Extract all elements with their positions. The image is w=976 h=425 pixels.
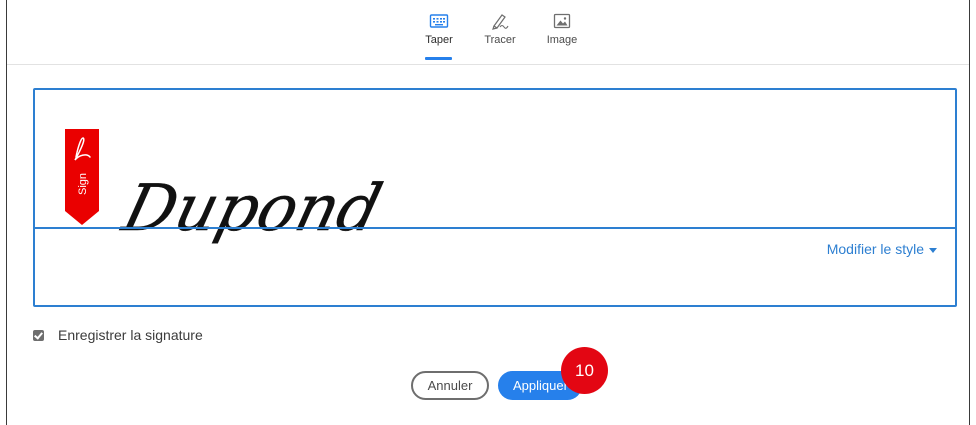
save-signature-option[interactable]: Enregistrer la signature	[33, 327, 203, 343]
cancel-button-label: Annuler	[427, 378, 473, 393]
pen-draw-icon	[492, 14, 509, 30]
modify-style-link[interactable]: Modifier le style	[827, 241, 937, 257]
sign-ribbon-label: Sign	[77, 173, 89, 195]
signature-baseline	[35, 227, 955, 229]
adobe-sign-ribbon: Sign	[65, 129, 99, 225]
tab-taper-label: Taper	[425, 34, 453, 46]
tab-image[interactable]: Image	[534, 12, 590, 46]
signature-area[interactable]: Sign Dupond Modifier le style	[33, 88, 957, 307]
modify-style-label: Modifier le style	[826, 241, 924, 257]
image-icon	[553, 13, 571, 29]
signature-text: Dupond	[115, 172, 389, 246]
adobe-sign-logo: Sign	[65, 129, 99, 225]
apply-button-label: Appliquer	[513, 378, 568, 393]
keyboard-icon	[429, 14, 449, 28]
signature-preview: Dupond	[115, 172, 389, 246]
cancel-button[interactable]: Annuler	[411, 371, 489, 400]
caret-down-icon	[929, 247, 937, 253]
tab-image-label: Image	[546, 34, 578, 46]
active-tab-indicator	[425, 57, 452, 60]
save-signature-checkbox[interactable]	[33, 329, 44, 341]
tab-tracer-label: Tracer	[484, 34, 516, 46]
tab-taper[interactable]: Taper	[411, 12, 467, 46]
tab-tracer[interactable]: Tracer	[472, 12, 528, 46]
step-number-badge: 10	[561, 347, 608, 394]
save-signature-label: Enregistrer la signature	[58, 327, 203, 343]
signature-mode-tabs: Taper Tracer Image	[7, 0, 969, 65]
